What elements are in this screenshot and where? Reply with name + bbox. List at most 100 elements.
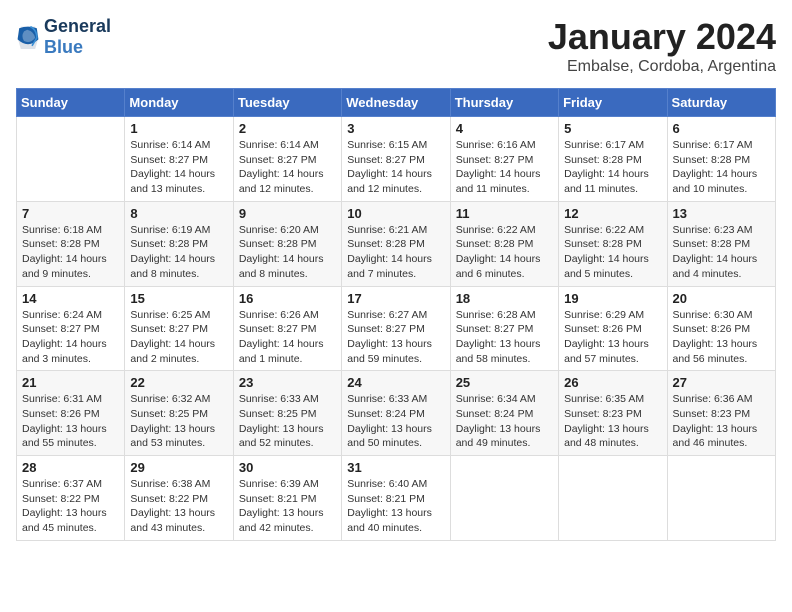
- day-number: 27: [673, 375, 770, 390]
- calendar-cell: [559, 456, 667, 541]
- calendar-cell: 25 Sunrise: 6:34 AM Sunset: 8:24 PM Dayli…: [450, 371, 558, 456]
- calendar-cell: 24 Sunrise: 6:33 AM Sunset: 8:24 PM Dayli…: [342, 371, 450, 456]
- day-info: Sunrise: 6:14 AM Sunset: 8:27 PM Dayligh…: [239, 138, 336, 197]
- day-info: Sunrise: 6:17 AM Sunset: 8:28 PM Dayligh…: [564, 138, 661, 197]
- day-info: Sunrise: 6:18 AM Sunset: 8:28 PM Dayligh…: [22, 223, 119, 282]
- calendar-cell: 11 Sunrise: 6:22 AM Sunset: 8:28 PM Dayli…: [450, 201, 558, 286]
- calendar-cell: 14 Sunrise: 6:24 AM Sunset: 8:27 PM Dayli…: [17, 286, 125, 371]
- calendar-cell: [450, 456, 558, 541]
- day-number: 17: [347, 291, 444, 306]
- day-number: 24: [347, 375, 444, 390]
- calendar-cell: 6 Sunrise: 6:17 AM Sunset: 8:28 PM Daylig…: [667, 117, 775, 202]
- day-info: Sunrise: 6:19 AM Sunset: 8:28 PM Dayligh…: [130, 223, 227, 282]
- header-thursday: Thursday: [450, 89, 558, 117]
- calendar-cell: 31 Sunrise: 6:40 AM Sunset: 8:21 PM Dayli…: [342, 456, 450, 541]
- header-friday: Friday: [559, 89, 667, 117]
- calendar-cell: 18Sunrise: 6:28 AM Sunset: 8:27 PM Dayli…: [450, 286, 558, 371]
- calendar-cell: 27Sunrise: 6:36 AM Sunset: 8:23 PM Dayli…: [667, 371, 775, 456]
- day-number: 23: [239, 375, 336, 390]
- day-number: 15: [130, 291, 227, 306]
- day-number: 30: [239, 460, 336, 475]
- title-block: January 2024 Embalse, Cordoba, Argentina: [548, 16, 776, 76]
- day-info: Sunrise: 6:40 AM Sunset: 8:21 PM Dayligh…: [347, 477, 444, 536]
- day-number: 25: [456, 375, 553, 390]
- header-wednesday: Wednesday: [342, 89, 450, 117]
- day-info: Sunrise: 6:17 AM Sunset: 8:28 PM Dayligh…: [673, 138, 770, 197]
- day-number: 20: [673, 291, 770, 306]
- calendar-cell: 13 Sunrise: 6:23 AM Sunset: 8:28 PM Dayli…: [667, 201, 775, 286]
- day-info: Sunrise: 6:21 AM Sunset: 8:28 PM Dayligh…: [347, 223, 444, 282]
- calendar-cell: 30 Sunrise: 6:39 AM Sunset: 8:21 PM Dayli…: [233, 456, 341, 541]
- day-info: Sunrise: 6:27 AM Sunset: 8:27 PM Dayligh…: [347, 308, 444, 367]
- day-number: 13: [673, 206, 770, 221]
- day-info: Sunrise: 6:35 AM Sunset: 8:23 PM Dayligh…: [564, 392, 661, 451]
- calendar-cell: 19 Sunrise: 6:29 AM Sunset: 8:26 PM Dayli…: [559, 286, 667, 371]
- logo-blue: Blue: [44, 37, 111, 58]
- calendar-cell: 20 Sunrise: 6:30 AM Sunset: 8:26 PM Dayli…: [667, 286, 775, 371]
- day-info: Sunrise: 6:28 AM Sunset: 8:27 PM Dayligh…: [456, 308, 553, 367]
- day-number: 31: [347, 460, 444, 475]
- calendar-cell: 5 Sunrise: 6:17 AM Sunset: 8:28 PM Daylig…: [559, 117, 667, 202]
- calendar-cell: 2 Sunrise: 6:14 AM Sunset: 8:27 PM Daylig…: [233, 117, 341, 202]
- day-info: Sunrise: 6:16 AM Sunset: 8:27 PM Dayligh…: [456, 138, 553, 197]
- day-info: Sunrise: 6:20 AM Sunset: 8:28 PM Dayligh…: [239, 223, 336, 282]
- logo: General Blue: [16, 16, 111, 58]
- day-number: 2: [239, 121, 336, 136]
- day-info: Sunrise: 6:22 AM Sunset: 8:28 PM Dayligh…: [456, 223, 553, 282]
- location-subtitle: Embalse, Cordoba, Argentina: [548, 58, 776, 76]
- calendar-cell: [17, 117, 125, 202]
- logo-general: General: [44, 16, 111, 37]
- page-header: General Blue January 2024 Embalse, Cordo…: [16, 16, 776, 76]
- month-year-title: January 2024: [548, 16, 776, 58]
- day-number: 3: [347, 121, 444, 136]
- day-number: 21: [22, 375, 119, 390]
- day-number: 9: [239, 206, 336, 221]
- calendar-cell: 4 Sunrise: 6:16 AM Sunset: 8:27 PM Daylig…: [450, 117, 558, 202]
- day-info: Sunrise: 6:14 AM Sunset: 8:27 PM Dayligh…: [130, 138, 227, 197]
- calendar-week-row: 14 Sunrise: 6:24 AM Sunset: 8:27 PM Dayli…: [17, 286, 776, 371]
- calendar-cell: 8 Sunrise: 6:19 AM Sunset: 8:28 PM Daylig…: [125, 201, 233, 286]
- calendar-week-row: 1 Sunrise: 6:14 AM Sunset: 8:27 PM Daylig…: [17, 117, 776, 202]
- day-number: 16: [239, 291, 336, 306]
- header-tuesday: Tuesday: [233, 89, 341, 117]
- day-number: 10: [347, 206, 444, 221]
- calendar-cell: 9 Sunrise: 6:20 AM Sunset: 8:28 PM Daylig…: [233, 201, 341, 286]
- day-number: 29: [130, 460, 227, 475]
- day-info: Sunrise: 6:24 AM Sunset: 8:27 PM Dayligh…: [22, 308, 119, 367]
- day-number: 26: [564, 375, 661, 390]
- calendar-cell: 3Sunrise: 6:15 AM Sunset: 8:27 PM Daylig…: [342, 117, 450, 202]
- header-sunday: Sunday: [17, 89, 125, 117]
- day-info: Sunrise: 6:34 AM Sunset: 8:24 PM Dayligh…: [456, 392, 553, 451]
- day-number: 8: [130, 206, 227, 221]
- header-monday: Monday: [125, 89, 233, 117]
- day-info: Sunrise: 6:30 AM Sunset: 8:26 PM Dayligh…: [673, 308, 770, 367]
- day-number: 4: [456, 121, 553, 136]
- day-number: 19: [564, 291, 661, 306]
- day-number: 14: [22, 291, 119, 306]
- calendar-header-row: SundayMondayTuesdayWednesdayThursdayFrid…: [17, 89, 776, 117]
- day-info: Sunrise: 6:32 AM Sunset: 8:25 PM Dayligh…: [130, 392, 227, 451]
- day-number: 22: [130, 375, 227, 390]
- day-info: Sunrise: 6:33 AM Sunset: 8:25 PM Dayligh…: [239, 392, 336, 451]
- day-info: Sunrise: 6:38 AM Sunset: 8:22 PM Dayligh…: [130, 477, 227, 536]
- calendar-week-row: 28 Sunrise: 6:37 AM Sunset: 8:22 PM Dayli…: [17, 456, 776, 541]
- calendar-cell: [667, 456, 775, 541]
- calendar-cell: 29 Sunrise: 6:38 AM Sunset: 8:22 PM Dayli…: [125, 456, 233, 541]
- day-number: 1: [130, 121, 227, 136]
- day-number: 28: [22, 460, 119, 475]
- calendar-cell: 12Sunrise: 6:22 AM Sunset: 8:28 PM Dayli…: [559, 201, 667, 286]
- calendar-cell: 21 Sunrise: 6:31 AM Sunset: 8:26 PM Dayli…: [17, 371, 125, 456]
- day-info: Sunrise: 6:33 AM Sunset: 8:24 PM Dayligh…: [347, 392, 444, 451]
- day-info: Sunrise: 6:29 AM Sunset: 8:26 PM Dayligh…: [564, 308, 661, 367]
- day-info: Sunrise: 6:37 AM Sunset: 8:22 PM Dayligh…: [22, 477, 119, 536]
- day-info: Sunrise: 6:23 AM Sunset: 8:28 PM Dayligh…: [673, 223, 770, 282]
- day-info: Sunrise: 6:39 AM Sunset: 8:21 PM Dayligh…: [239, 477, 336, 536]
- day-info: Sunrise: 6:26 AM Sunset: 8:27 PM Dayligh…: [239, 308, 336, 367]
- day-number: 6: [673, 121, 770, 136]
- day-number: 5: [564, 121, 661, 136]
- calendar-cell: 23 Sunrise: 6:33 AM Sunset: 8:25 PM Dayli…: [233, 371, 341, 456]
- calendar-cell: 7Sunrise: 6:18 AM Sunset: 8:28 PM Daylig…: [17, 201, 125, 286]
- day-number: 11: [456, 206, 553, 221]
- day-number: 12: [564, 206, 661, 221]
- day-info: Sunrise: 6:31 AM Sunset: 8:26 PM Dayligh…: [22, 392, 119, 451]
